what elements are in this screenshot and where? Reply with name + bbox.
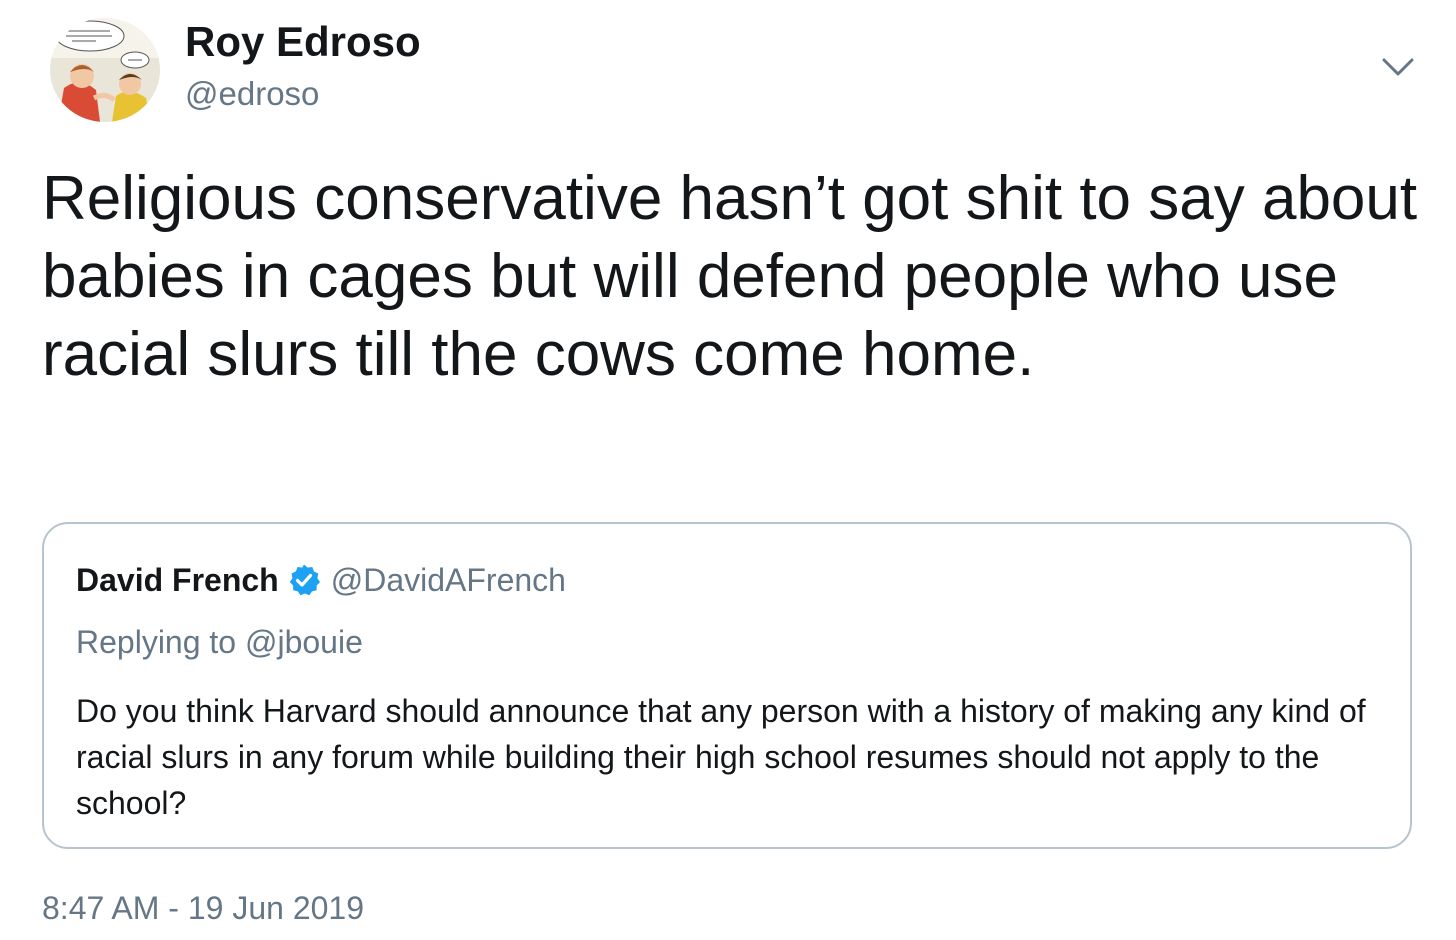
quoted-author-name[interactable]: David French: [76, 562, 279, 599]
verified-badge-icon: [287, 563, 321, 597]
chevron-down-icon: [1382, 58, 1414, 76]
quoted-tweet-header: David French @DavidAFrench: [76, 558, 566, 602]
author-avatar[interactable]: [50, 18, 160, 122]
replying-to: Replying to @jbouie: [76, 620, 363, 664]
author-name[interactable]: Roy Edroso: [185, 16, 421, 68]
replying-to-mention[interactable]: @jbouie: [245, 624, 363, 660]
tweet-timestamp[interactable]: 8:47 AM - 19 Jun 2019: [42, 886, 364, 930]
tweet-menu-button[interactable]: [1376, 50, 1420, 86]
cartoon-avatar-icon: [50, 18, 160, 122]
quoted-tweet-text: Do you think Harvard should announce tha…: [76, 693, 1366, 821]
author-handle[interactable]: @edroso: [185, 72, 319, 116]
quoted-tweet[interactable]: David French @DavidAFrench Replying to @…: [42, 522, 1412, 849]
tweet-text: Religious conservative hasn’t got shit t…: [42, 164, 1418, 389]
quoted-author-handle[interactable]: @DavidAFrench: [331, 562, 566, 599]
replying-prefix: Replying to: [76, 624, 245, 660]
tweet-card: Roy Edroso @edroso Religious conservativ…: [0, 0, 1456, 940]
